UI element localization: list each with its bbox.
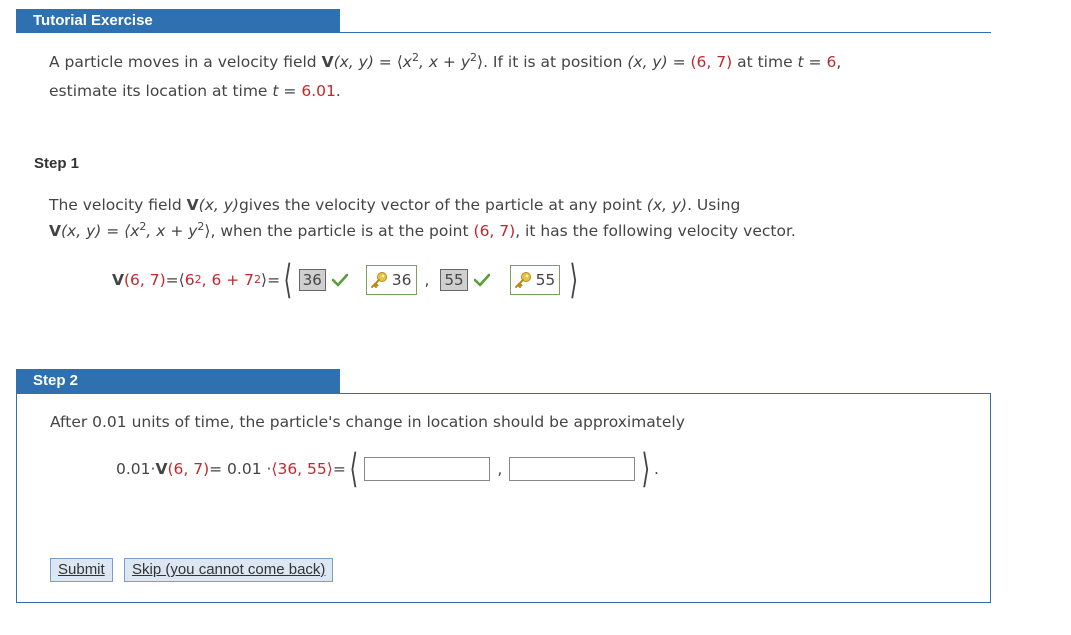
correct-answer-1: 36 — [365, 265, 417, 295]
point-value: (6, 7) — [473, 222, 516, 240]
position-vars: (x, y) — [627, 53, 668, 71]
big-angle-open: ⟨ — [349, 446, 358, 492]
field-mid: , x + y — [418, 53, 471, 71]
correct-answer-value: 36 — [391, 271, 412, 289]
big-angle-open: ⟨ — [283, 257, 293, 303]
vector-V: V — [321, 53, 334, 71]
comma: , — [836, 53, 842, 71]
correct-answer-value: 55 — [535, 271, 556, 289]
problem-line-2: estimate its location at time t = 6.01. — [49, 80, 341, 102]
step1-text: The velocity field — [49, 196, 187, 214]
comma: , — [497, 460, 503, 478]
point-vars: (x, y) — [646, 196, 688, 214]
position-value: (6, 7) — [690, 53, 733, 71]
field-b: , x + y — [146, 222, 198, 240]
step1-text: , when the particle is at the point — [210, 222, 474, 240]
problem-text: at time — [732, 53, 798, 71]
vector-V: V — [112, 271, 124, 289]
vars-xy: (x, y) — [61, 222, 102, 240]
field-x: x — [402, 53, 412, 71]
exponent: 2 — [470, 50, 478, 64]
correct-answer-2: 55 — [509, 265, 561, 295]
equals: = — [165, 271, 179, 289]
big-angle-close: ⟩ — [569, 257, 579, 303]
step1-paragraph-line-2: V(x, y) = ⟨x2, x + y2⟩, when the particl… — [49, 220, 796, 242]
equals: = — [373, 53, 397, 71]
submit-button[interactable]: Submit — [50, 558, 113, 582]
problem-text: . If it is at position — [483, 53, 628, 71]
vector-V: V — [186, 196, 199, 214]
sum-expr: , 6 + 7 — [201, 271, 255, 289]
problem-text: A particle moves in a velocity field — [49, 53, 322, 71]
equals: = — [278, 82, 302, 100]
time-value: 6 — [826, 53, 837, 71]
equals: = — [267, 271, 281, 289]
eval-point: (6, 7) — [124, 271, 166, 289]
step2-equation: 0.01 · V (6, 7) = 0.01 · ⟨36, 55⟩ = ⟨ , ⟩… — [116, 446, 659, 492]
key-icon — [370, 272, 387, 288]
skip-button[interactable]: Skip (you cannot come back) — [124, 558, 334, 582]
step2-text: After 0.01 units of time, the particle's… — [50, 413, 685, 431]
step1-text: . Using — [687, 196, 741, 214]
equals-expr: = 0.01 · — [209, 460, 272, 478]
time-value: 6.01 — [301, 82, 336, 100]
problem-line-1: A particle moves in a velocity field V(x… — [49, 51, 841, 73]
answer-entry-2: 55 — [440, 269, 468, 291]
problem-text: estimate its location at time — [49, 82, 273, 100]
comma: , — [424, 271, 430, 289]
step1-velocity-equation: V (6, 7) = ⟨ 6 2, 6 + 7 2 ⟩ = ⟨ 36 36 , 55 55… — [112, 257, 579, 303]
header-divider — [16, 32, 991, 33]
change-x-input[interactable] — [364, 457, 491, 481]
equals: = — [101, 222, 125, 240]
equals: = — [667, 53, 691, 71]
tutorial-exercise-header: Tutorial Exercise — [16, 9, 340, 33]
vars-xy: (x, y) — [333, 53, 374, 71]
equals: = — [803, 53, 827, 71]
change-y-input[interactable] — [509, 457, 636, 481]
key-icon — [514, 272, 531, 288]
velocity-vector: ⟨36, 55⟩ — [271, 460, 333, 478]
coefficient: 0.01 — [116, 460, 151, 478]
field-a: ⟨x — [124, 222, 140, 240]
check-icon — [331, 273, 348, 287]
vars-xy: (x, y) — [198, 196, 239, 214]
vector-V: V — [155, 460, 168, 478]
answer-entry-1: 36 — [298, 269, 326, 291]
step2-label: Step 2 — [16, 369, 340, 393]
step1-paragraph-line-1: The velocity field V(x, y)gives the velo… — [49, 194, 740, 216]
step1-text: gives the velocity vector of the particl… — [238, 196, 647, 214]
step1-label: Step 1 — [34, 155, 80, 172]
equals: = — [332, 460, 346, 478]
base-6: 6 — [184, 271, 195, 289]
check-icon — [473, 273, 490, 287]
exponent: 2 — [411, 50, 419, 64]
eval-point: (6, 7) — [167, 460, 210, 478]
big-angle-close: ⟩ — [641, 446, 651, 492]
vector-V: V — [49, 222, 61, 240]
period: . — [335, 82, 341, 100]
step1-text: , it has the following velocity vector. — [515, 222, 796, 240]
period: . — [653, 460, 659, 478]
